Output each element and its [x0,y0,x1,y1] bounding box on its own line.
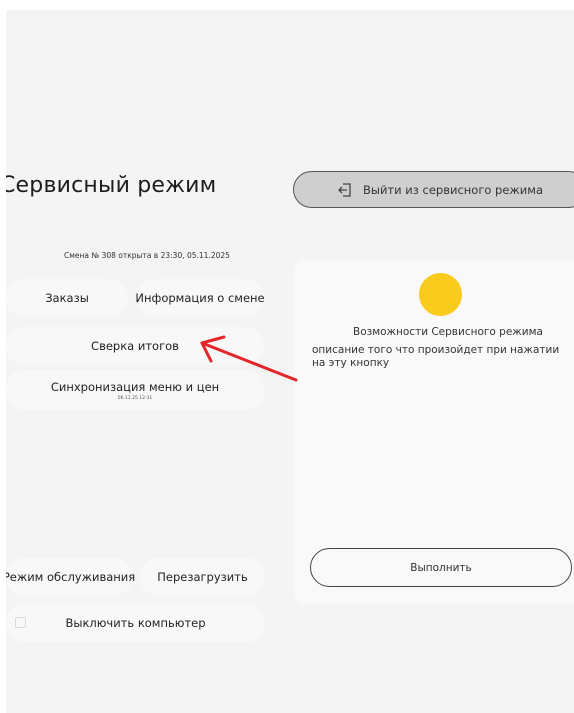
shutdown-label: Выключить компьютер [65,616,206,630]
page-title: Сервисный режим [6,173,217,198]
reconcile-label: Сверка итогов [91,339,179,353]
shift-info-button[interactable]: Информация о смене [135,279,265,317]
reconcile-button[interactable]: Сверка итогов [6,327,264,365]
shift-info-text: Смена № 308 открыта в 23:30, 05.11.2025 [64,251,230,260]
shutdown-checkbox[interactable] [15,617,26,628]
maintenance-label: Режим обслуживания [6,570,136,584]
logout-icon [338,182,351,197]
shift-info-label: Информация о смене [135,291,265,305]
execute-button[interactable]: Выполнить [310,548,572,587]
exit-service-mode-button[interactable]: Выйти из сервисного режима [293,171,574,208]
execute-label: Выполнить [410,561,472,574]
maintenance-mode-button[interactable]: Режим обслуживания [6,558,136,596]
shutdown-button[interactable]: Выключить компьютер [6,604,265,642]
exit-service-mode-label: Выйти из сервисного режима [362,182,543,197]
panel-description: описание того что произойдет при нажатии… [312,344,560,369]
sync-menu-prices-button[interactable]: Синхронизация меню и цен 06.11.25 12:31 [6,370,264,410]
orders-button[interactable]: Заказы [6,279,128,317]
info-circle-icon [419,273,462,316]
service-screen: Сервисный режим Выйти из сервисного режи… [6,10,574,713]
reboot-button[interactable]: Перезагрузить [140,558,265,596]
orders-label: Заказы [45,291,89,305]
sync-label: Синхронизация меню и цен [50,379,220,394]
reboot-label: Перезагрузить [157,570,248,584]
sync-timestamp: 06.11.25 12:31 [117,395,153,401]
panel-heading: Возможности Сервисного режима [353,326,543,338]
